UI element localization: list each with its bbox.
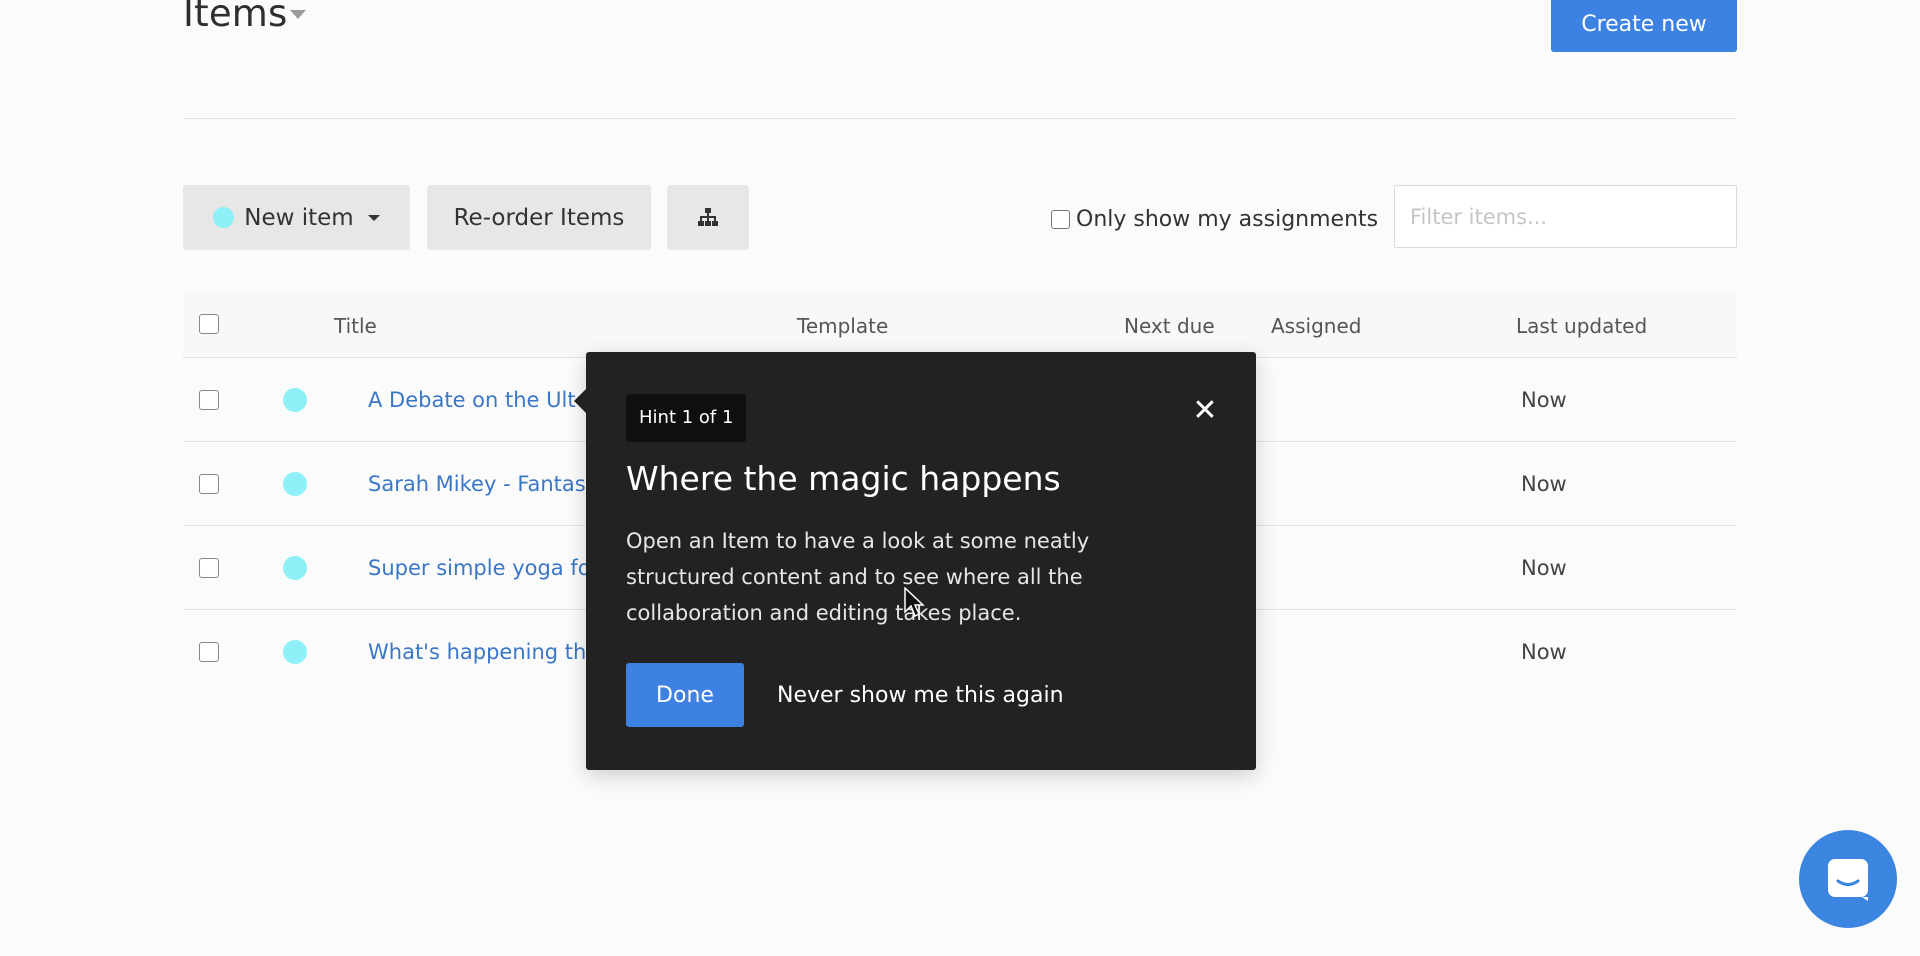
done-button[interactable]: Done bbox=[626, 663, 744, 727]
last-updated: Now bbox=[1521, 388, 1567, 412]
create-new-button[interactable]: Create new bbox=[1551, 0, 1737, 52]
page-title[interactable]: Items bbox=[183, 0, 288, 35]
chat-launcher-button[interactable] bbox=[1799, 830, 1897, 928]
row-checkbox[interactable] bbox=[199, 390, 219, 410]
status-dot bbox=[283, 556, 307, 580]
hint-body: Open an Item to have a look at some neat… bbox=[626, 529, 1090, 625]
last-updated: Now bbox=[1521, 472, 1567, 496]
popover-arrow bbox=[574, 389, 586, 413]
row-checkbox[interactable] bbox=[199, 474, 219, 494]
assignments-checkbox[interactable] bbox=[1051, 210, 1070, 229]
filter-input[interactable] bbox=[1394, 185, 1737, 248]
assignments-label: Only show my assignments bbox=[1076, 207, 1379, 232]
table-header: Title Template Next due Assigned Last up… bbox=[183, 290, 1737, 358]
new-item-label: New item bbox=[244, 204, 354, 231]
status-dot bbox=[283, 640, 307, 664]
column-assigned[interactable]: Assigned bbox=[1271, 314, 1361, 338]
row-checkbox[interactable] bbox=[199, 558, 219, 578]
chevron-down-icon bbox=[367, 214, 380, 221]
item-title-link[interactable]: Sarah Mikey - Fantast bbox=[368, 472, 594, 496]
hierarchy-icon bbox=[698, 207, 718, 226]
never-show-again-link[interactable]: Never show me this again bbox=[777, 683, 1064, 708]
hierarchy-button[interactable] bbox=[667, 185, 749, 250]
close-icon[interactable]: ✕ bbox=[1190, 396, 1220, 426]
select-all-checkbox[interactable] bbox=[199, 314, 219, 334]
reorder-items-button[interactable]: Re-order Items bbox=[427, 185, 651, 250]
column-last-updated[interactable]: Last updated bbox=[1516, 314, 1647, 338]
row-checkbox[interactable] bbox=[199, 642, 219, 662]
hint-counter-badge: Hint 1 of 1 bbox=[626, 394, 747, 442]
toolbar: New item Re-order Items Only show my ass… bbox=[183, 185, 1737, 250]
hint-title: Where the magic happens bbox=[626, 459, 1061, 498]
mouse-cursor-icon bbox=[904, 587, 925, 618]
item-title-link[interactable]: A Debate on the Ult bbox=[368, 388, 576, 412]
new-item-button[interactable]: New item bbox=[183, 185, 410, 250]
status-dot bbox=[283, 472, 307, 496]
assignments-toggle[interactable]: Only show my assignments bbox=[1051, 207, 1378, 232]
last-updated: Now bbox=[1521, 640, 1567, 664]
hint-popover: Hint 1 of 1 ✕ Where the magic happens Op… bbox=[574, 352, 1256, 770]
status-dot bbox=[213, 207, 235, 228]
column-next-due[interactable]: Next due bbox=[1124, 314, 1215, 338]
last-updated: Now bbox=[1521, 556, 1567, 580]
item-title-link[interactable]: Super simple yoga fo bbox=[368, 556, 591, 580]
item-title-link[interactable]: What's happening th bbox=[368, 640, 586, 664]
caret-down-icon[interactable] bbox=[290, 10, 306, 19]
page-header: Items Create new bbox=[183, 0, 1737, 119]
column-template[interactable]: Template bbox=[797, 314, 888, 338]
status-dot bbox=[283, 388, 307, 412]
column-title[interactable]: Title bbox=[334, 314, 377, 338]
chat-icon bbox=[1828, 859, 1868, 901]
